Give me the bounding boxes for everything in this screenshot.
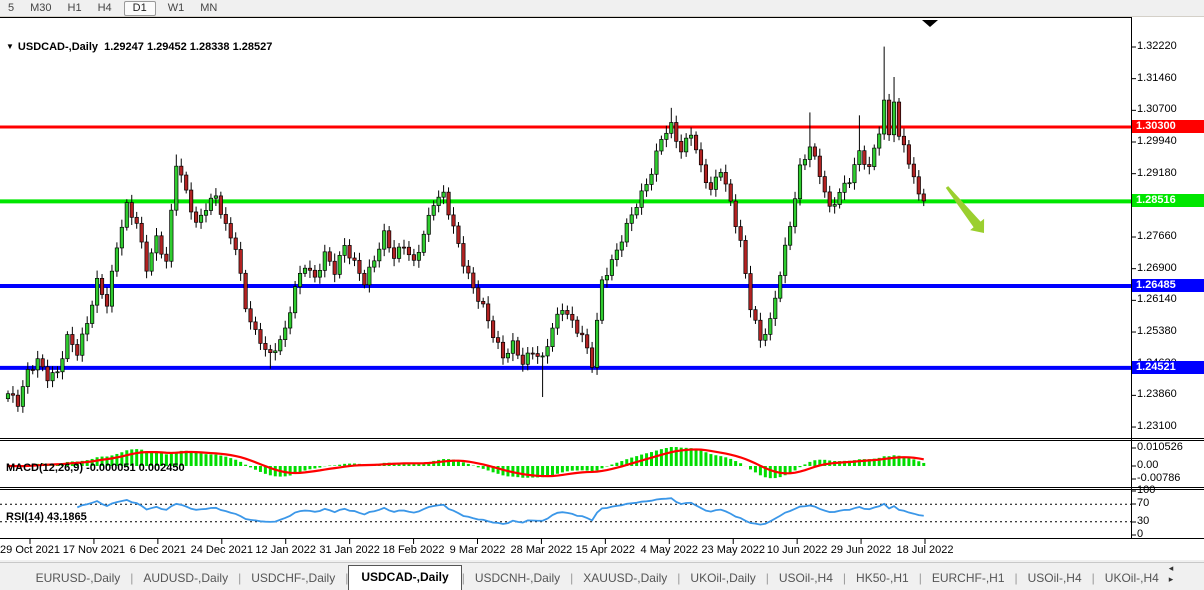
macd-tick-label: 0.00 (1137, 459, 1159, 471)
date-tick-label: 12 Jan 2022 (255, 544, 316, 556)
chevron-down-icon[interactable]: ▼ (6, 42, 14, 51)
price-tick-label: 1.25380 (1137, 325, 1177, 338)
support-line-blue-1-price-label: 1.26485 (1132, 278, 1204, 292)
price-tick-label: 1.23100 (1137, 420, 1177, 433)
chart-title-ohlc: ▼ USDCAD-,Daily 1.29247 1.29452 1.28338 1… (6, 41, 272, 53)
symbol-tab-ukoil-daily[interactable]: UKOil-,Daily (680, 567, 765, 590)
macd-tick-label: -0.00786 (1137, 472, 1181, 484)
date-tick-label: 28 Mar 2022 (510, 544, 573, 556)
symbol-tab-bar: EURUSD-,Daily | AUDUSD-,Daily | USDCHF-,Dail… (0, 562, 1204, 590)
symbol-tab-usoil-h4[interactable]: USOil-,H4 (1018, 567, 1092, 590)
timeframe-button-h4[interactable]: H4 (90, 1, 120, 16)
symbol-tab-hk50-h1[interactable]: HK50-,H1 (846, 567, 919, 590)
support-line-green-price-label: 1.28516 (1132, 194, 1204, 208)
symbol-tab-usdchf-daily[interactable]: USDCHF-,Daily (241, 567, 345, 590)
resistance-line-price-label: 1.30300 (1132, 120, 1204, 133)
ohlc-close: 1.28527 (232, 41, 273, 53)
symbol-tab-ukoil-h4[interactable]: UKOil-,H4 (1095, 567, 1169, 590)
symbol-tab-usdcnh-daily[interactable]: USDCNH-,Daily (465, 567, 570, 590)
price-tick-label: 1.26140 (1137, 293, 1177, 306)
price-tick-label: 1.26900 (1137, 261, 1177, 274)
pane-divider (0, 438, 1204, 439)
date-tick-label: 10 Jun 2022 (766, 544, 828, 556)
rsi-tick-label: 70 (1137, 497, 1150, 509)
symbol-tab-usoil-h4[interactable]: USOil-,H4 (769, 567, 843, 590)
symbol-tab-eurusd-daily[interactable]: EURUSD-,Daily (26, 567, 131, 590)
price-tick-label: 1.23860 (1137, 388, 1177, 401)
date-tick-label: 9 Mar 2022 (449, 544, 506, 556)
rsi-tick-label: 100 (1137, 484, 1156, 496)
macd-tick-label: 0.010526 (1137, 441, 1183, 453)
rsi-indicator-label: RSI(14) 43.1865 (6, 511, 87, 523)
date-tick-label: 17 Nov 2021 (62, 544, 126, 556)
symbol-tab-audusd-daily[interactable]: AUDUSD-,Daily (133, 567, 238, 590)
price-tick-label: 1.31460 (1137, 71, 1177, 84)
timeframe-button-m30[interactable]: M30 (22, 1, 59, 16)
symbol-tab-xauusd-daily[interactable]: XAUUSD-,Daily (573, 567, 677, 590)
timeframe-button-w1[interactable]: W1 (160, 1, 193, 16)
date-tick-label: 31 Jan 2022 (319, 544, 380, 556)
macd-indicator-label: MACD(12,26,9) -0.000051 0.002450 (6, 462, 185, 474)
symbol-tab-eurchf-h1[interactable]: EURCHF-,H1 (922, 567, 1015, 590)
pane-divider (0, 538, 1204, 539)
date-tick-label: 24 Dec 2021 (190, 544, 253, 556)
price-tick-label: 1.27660 (1137, 230, 1177, 242)
date-axis: 29 Oct 2021 17 Nov 2021 6 Dec 2021 24 Dec 2… (0, 541, 1204, 559)
date-tick-label: 29 Oct 2021 (0, 544, 60, 556)
price-tick-label: 1.29940 (1137, 135, 1177, 147)
support-line-blue-2-price-label: 1.24521 (1132, 360, 1204, 374)
price-tick-label: 1.32220 (1137, 40, 1177, 52)
timeframe-toolbar: 5 M30 H1 H4 D1 W1 MN (0, 0, 1204, 17)
date-tick-label: 23 May 2022 (701, 544, 766, 556)
timeframe-button-h1[interactable]: H1 (60, 1, 90, 16)
price-tick-label: 1.30700 (1137, 103, 1177, 116)
date-tick-label: 6 Dec 2021 (129, 544, 186, 556)
ohlc-low: 1.28338 (189, 41, 230, 53)
date-tick-label: 18 Jul 2022 (896, 544, 954, 556)
timeframe-button-mn[interactable]: MN (192, 1, 225, 16)
date-tick-label: 15 Apr 2022 (575, 544, 636, 556)
chart-window[interactable]: ▼ USDCAD-,Daily 1.29247 1.29452 1.28338 1… (0, 17, 1204, 560)
pane-divider (0, 17, 1131, 18)
date-tick-label: 4 May 2022 (640, 544, 699, 556)
pane-divider (0, 489, 1204, 490)
pane-divider (0, 487, 1204, 488)
ohlc-high: 1.29452 (146, 41, 187, 53)
timeframe-button-5[interactable]: 5 (0, 1, 22, 16)
ohlc-open: 1.29247 (104, 41, 144, 53)
chart-symbol-label: USDCAD-,Daily (17, 41, 98, 53)
pane-divider (0, 440, 1204, 441)
date-tick-label: 18 Feb 2022 (382, 544, 445, 556)
symbol-tab-usdcad-daily[interactable]: USDCAD-,Daily (348, 565, 462, 590)
tab-scroll-arrows[interactable]: ◂ ▸ (1169, 559, 1204, 590)
price-tick-label: 1.29180 (1137, 166, 1177, 179)
timeframe-button-d1[interactable]: D1 (123, 0, 156, 16)
date-tick-label: 29 Jun 2022 (830, 544, 892, 556)
rsi-tick-label: 30 (1137, 515, 1150, 527)
